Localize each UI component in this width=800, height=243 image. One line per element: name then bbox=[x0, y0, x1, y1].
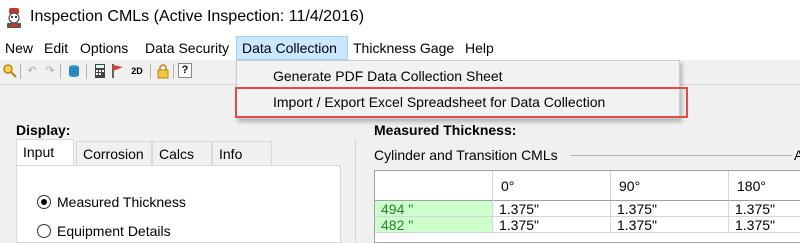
grid-header-90[interactable]: 90° bbox=[611, 171, 729, 201]
table-row-name[interactable]: 482 " bbox=[375, 217, 493, 233]
radio-button-checked[interactable] bbox=[37, 195, 51, 209]
menu-data-security[interactable]: Data Security bbox=[140, 36, 234, 60]
group-divider bbox=[570, 155, 792, 156]
calculator-icon[interactable] bbox=[92, 63, 108, 79]
measured-thickness-label: Measured Thickness: bbox=[374, 122, 517, 138]
redo-icon[interactable]: ↷ bbox=[42, 63, 58, 79]
table-row-name[interactable]: 494 " bbox=[375, 201, 493, 217]
tab-input[interactable]: Input bbox=[16, 139, 74, 166]
cylinder-group-label: Cylinder and Transition CMLs bbox=[374, 147, 564, 163]
window-title: Inspection CMLs (Active Inspection: 11/4… bbox=[30, 8, 365, 25]
menu-edit[interactable]: Edit bbox=[39, 36, 73, 60]
robot-inspector-icon bbox=[4, 7, 24, 29]
panel-splitter[interactable] bbox=[355, 140, 356, 243]
lock-icon[interactable] bbox=[155, 63, 171, 79]
menu-options[interactable]: Options bbox=[75, 36, 133, 60]
menu-thickness-gage[interactable]: Thickness Gage bbox=[348, 36, 459, 60]
toolbar-separator bbox=[86, 64, 87, 79]
highlight-annotation bbox=[235, 87, 688, 118]
grid-header-name bbox=[375, 171, 493, 201]
display-tab-panel: Measured Thickness Equipment Details bbox=[16, 165, 341, 243]
toolbar-separator bbox=[173, 64, 174, 79]
table-cell[interactable]: 1.375" bbox=[493, 217, 611, 233]
tab-info[interactable]: Info bbox=[212, 141, 272, 166]
radio-label: Measured Thickness bbox=[57, 194, 186, 210]
grid-header-180[interactable]: 180° bbox=[729, 171, 800, 201]
table-cell[interactable]: 1.375" bbox=[611, 217, 729, 233]
second-group-label: A bbox=[794, 147, 800, 163]
help-icon[interactable]: ? bbox=[178, 63, 192, 78]
tab-corrosion[interactable]: Corrosion bbox=[76, 141, 152, 166]
menu-help[interactable]: Help bbox=[460, 36, 499, 60]
2d-icon[interactable]: 2D bbox=[128, 63, 146, 79]
database-icon[interactable] bbox=[66, 63, 82, 79]
radio-label: Equipment Details bbox=[57, 223, 171, 239]
menu-data-collection[interactable]: Data Collection bbox=[236, 36, 348, 60]
tab-calcs[interactable]: Calcs bbox=[152, 141, 212, 166]
table-cell[interactable]: 1.375" bbox=[729, 217, 800, 233]
radio-button[interactable] bbox=[37, 224, 51, 238]
table-cell[interactable]: 1.375" bbox=[611, 201, 729, 217]
undo-icon[interactable]: ↶ bbox=[24, 63, 40, 79]
search-icon[interactable] bbox=[2, 63, 18, 79]
toolbar-separator bbox=[20, 64, 21, 79]
table-cell[interactable]: 1.375" bbox=[493, 201, 611, 217]
toolbar-separator bbox=[60, 64, 61, 79]
menu-bar: New Edit Options Data Security Data Coll… bbox=[0, 36, 800, 60]
menu-item-generate-pdf-sheet[interactable]: Generate PDF Data Collection Sheet bbox=[237, 63, 677, 89]
flag-icon[interactable] bbox=[110, 63, 126, 79]
grid-header-0[interactable]: 0° bbox=[493, 171, 611, 201]
thickness-grid[interactable]: 0° 90° 180° 494 " 1.375" 1.375" 1.375" 4… bbox=[374, 170, 800, 243]
title-bar: Inspection CMLs (Active Inspection: 11/4… bbox=[0, 0, 800, 36]
menu-new[interactable]: New bbox=[0, 36, 38, 60]
display-label: Display: bbox=[16, 122, 71, 138]
toolbar-separator bbox=[150, 64, 151, 79]
table-cell[interactable]: 1.375" bbox=[729, 201, 800, 217]
